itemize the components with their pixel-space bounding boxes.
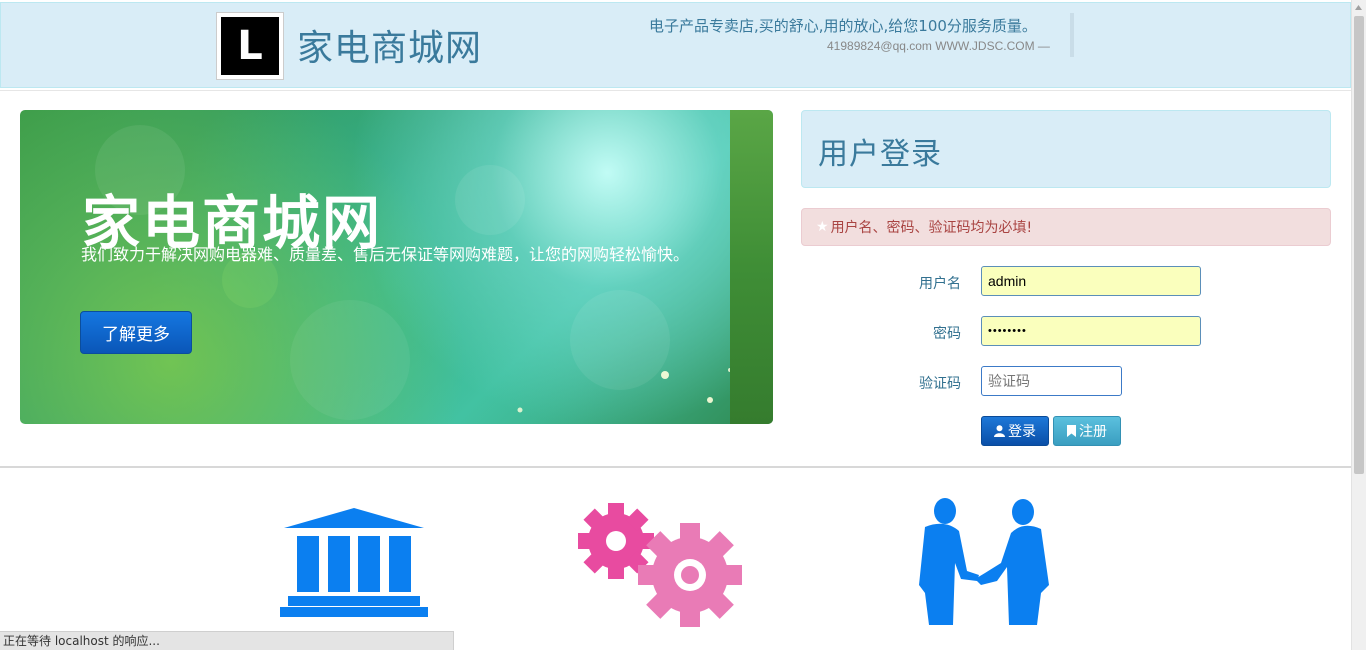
username-label: 用户名: [919, 276, 961, 292]
scroll-up-icon[interactable]: [1351, 0, 1366, 15]
gears-icon: [578, 503, 748, 635]
login-button[interactable]: 登录: [981, 416, 1049, 446]
site-title: 家电商城网: [297, 28, 483, 69]
header-divider: [1070, 13, 1074, 57]
header-contact: 41989824@qq.com WWW.JDSC.COM —: [827, 39, 1050, 53]
password-input[interactable]: ••••••••: [981, 316, 1201, 346]
bookmark-icon: [1067, 425, 1076, 437]
site-logo[interactable]: L: [216, 12, 284, 80]
scrollbar-thumb[interactable]: [1354, 16, 1364, 474]
browser-status-bar: 正在等待 localhost 的响应...: [0, 631, 454, 650]
header-separator: [0, 90, 1351, 91]
captcha-label: 验证码: [919, 376, 961, 392]
hero-banner: 家电商城网 我们致力于解决网购电器难、质量差、售后无保证等网购难题，让您的网购轻…: [20, 110, 773, 424]
username-input[interactable]: [981, 266, 1201, 296]
star-icon: ★: [816, 219, 829, 235]
learn-more-button[interactable]: 了解更多: [80, 311, 192, 354]
banner-description: 我们致力于解决网购电器难、质量差、售后无保证等网购难题，让您的网购轻松愉快。: [81, 245, 690, 264]
site-header: L 家电商城网 电子产品专卖店,买的舒心,用的放心,给您100分服务质量。 41…: [0, 2, 1351, 88]
password-label: 密码: [933, 326, 961, 342]
login-button-label: 登录: [1008, 424, 1036, 440]
register-button-label: 注册: [1079, 424, 1107, 440]
required-fields-alert: ★ 用户名、密码、验证码均为必填!: [801, 208, 1331, 246]
bank-building-icon: [278, 506, 430, 624]
user-icon: [994, 425, 1005, 437]
login-title: 用户登录: [818, 137, 942, 172]
alert-text: 用户名、密码、验证码均为必填!: [830, 220, 1033, 236]
handshake-icon: [915, 497, 1055, 629]
logo-letter: L: [221, 17, 279, 75]
header-slogan: 电子产品专卖店,买的舒心,用的放心,给您100分服务质量。: [649, 17, 1037, 35]
captcha-input[interactable]: [981, 366, 1122, 396]
login-panel-header: 用户登录: [801, 110, 1331, 188]
banner-edge: [730, 110, 773, 424]
register-button[interactable]: 注册: [1053, 416, 1121, 446]
section-divider: [0, 466, 1351, 468]
vertical-scrollbar[interactable]: [1351, 0, 1366, 650]
